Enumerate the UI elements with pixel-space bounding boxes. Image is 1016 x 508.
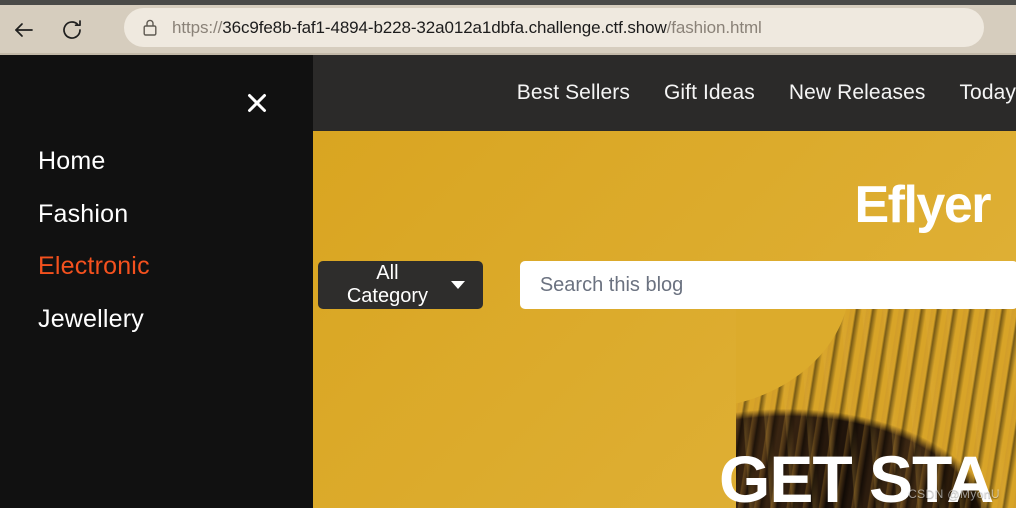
- sidebar-drawer: Home Fashion Electronic Jewellery: [0, 55, 313, 508]
- reload-icon: [60, 18, 84, 42]
- sidebar-item-fashion[interactable]: Fashion: [0, 188, 313, 241]
- window-titlebar-strip: [0, 0, 1016, 5]
- reload-button[interactable]: [48, 6, 96, 54]
- brand-logo: Eflyer: [854, 176, 991, 234]
- nav-item-new-releases[interactable]: New Releases: [789, 81, 926, 105]
- top-nav-list: Best Sellers Gift Ideas New Releases Tod…: [517, 81, 1016, 105]
- address-bar[interactable]: https://36c9fe8b-faf1-4894-b228-32a012a1…: [124, 8, 984, 47]
- sidebar-nav-list: Home Fashion Electronic Jewellery: [0, 135, 313, 345]
- close-icon[interactable]: [240, 86, 274, 120]
- sidebar-item-electronic[interactable]: Electronic: [0, 240, 313, 293]
- back-button[interactable]: [0, 6, 48, 54]
- nav-item-today[interactable]: Today: [959, 81, 1016, 105]
- arrow-left-icon: [11, 17, 37, 43]
- watermark-text: CSDN @MyonU: [908, 487, 1000, 501]
- search-input[interactable]: [519, 261, 1016, 309]
- browser-chrome: https://36c9fe8b-faf1-4894-b228-32a012a1…: [0, 0, 1016, 55]
- url-text: https://36c9fe8b-faf1-4894-b228-32a012a1…: [172, 17, 762, 37]
- all-category-label: All Category: [346, 262, 428, 307]
- nav-item-gift-ideas[interactable]: Gift Ideas: [664, 81, 755, 105]
- browser-nav-buttons: [0, 5, 96, 55]
- page-viewport: Best Sellers Gift Ideas New Releases Tod…: [0, 55, 1016, 508]
- sidebar-item-jewellery[interactable]: Jewellery: [0, 293, 313, 346]
- all-category-dropdown[interactable]: All Category: [318, 261, 483, 309]
- chevron-down-icon: [450, 281, 465, 289]
- lock-icon[interactable]: [142, 18, 158, 37]
- sidebar-item-home[interactable]: Home: [0, 135, 313, 188]
- hero-banner: Eflyer All Category GET STA CSDN @MyonU: [313, 131, 1016, 508]
- nav-item-best-sellers[interactable]: Best Sellers: [517, 81, 630, 105]
- site-top-nav: Best Sellers Gift Ideas New Releases Tod…: [313, 55, 1016, 131]
- search-row: All Category: [318, 261, 1016, 309]
